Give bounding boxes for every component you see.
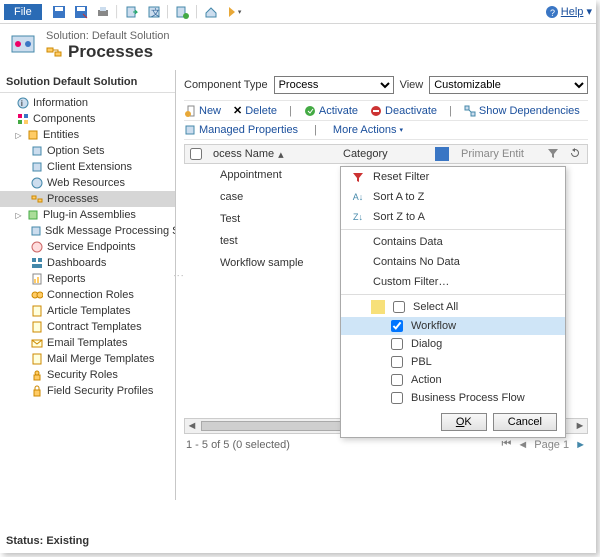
nav-mailmerge-templates[interactable]: Mail Merge Templates xyxy=(0,351,175,367)
filter-icon[interactable] xyxy=(547,147,561,161)
grid-body: Appointment case Test test Workflow samp… xyxy=(184,164,588,414)
nav-service-endpoints[interactable]: Service Endpoints xyxy=(0,239,175,255)
file-tab[interactable]: File xyxy=(4,4,42,20)
grid-checkall[interactable] xyxy=(185,148,207,160)
view-label: View xyxy=(400,79,424,91)
save-icon[interactable] xyxy=(51,4,67,20)
nav-option-sets[interactable]: Option Sets xyxy=(0,143,175,159)
filter-contains-data[interactable]: Contains Data xyxy=(341,232,565,252)
filter-ok-button[interactable]: OK xyxy=(441,413,487,431)
nav-entities[interactable]: ▷Entities xyxy=(0,127,175,143)
nav-processes[interactable]: Processes xyxy=(0,191,175,207)
solution-header: Solution: Default Solution Processes xyxy=(0,24,596,70)
page-next-icon[interactable]: ► xyxy=(575,439,586,451)
nav-dashboards[interactable]: Dashboards xyxy=(0,255,175,271)
svg-text:文: 文 xyxy=(151,7,160,18)
nav-client-extensions[interactable]: Client Extensions xyxy=(0,159,175,175)
nav-connection-roles[interactable]: Connection Roles xyxy=(0,287,175,303)
scroll-left-icon[interactable]: ◄ xyxy=(185,419,199,433)
publish-icon[interactable] xyxy=(174,4,190,20)
content-area: ⋮ Component Type Process View Customizab… xyxy=(176,70,596,500)
page-label: Page 1 xyxy=(534,439,569,451)
managed-properties-button[interactable]: Managed Properties xyxy=(184,124,298,136)
component-type-select[interactable]: Process xyxy=(274,76,394,94)
nav-sdk-steps[interactable]: Sdk Message Processing S… xyxy=(0,223,175,239)
export-icon[interactable] xyxy=(124,4,140,20)
nav-web-resources[interactable]: Web Resources xyxy=(0,175,175,191)
filter-select-all[interactable]: Select All xyxy=(341,297,565,317)
filter-option-action[interactable]: Action xyxy=(341,371,565,389)
page-first-icon[interactable]: ⏮ xyxy=(501,438,511,451)
filter-option-bpf[interactable]: Business Process Flow xyxy=(341,389,565,407)
nav-field-security[interactable]: Field Security Profiles xyxy=(0,383,175,399)
filter-contains-no-data[interactable]: Contains No Data xyxy=(341,252,565,272)
filter-option-pbl[interactable]: PBL xyxy=(341,353,565,371)
grid-col-category[interactable]: Category xyxy=(337,147,455,161)
grid-header: ocess Name▴ Category Primary Entit xyxy=(184,144,588,164)
nav-article-templates[interactable]: Article Templates xyxy=(0,303,175,319)
page-prev-icon[interactable]: ◄ xyxy=(517,439,528,451)
filter-option-dialog[interactable]: Dialog xyxy=(341,335,565,353)
grid-col-name[interactable]: ocess Name▴ xyxy=(207,148,337,161)
view-select[interactable]: Customizable xyxy=(429,76,588,94)
solution-breadcrumb: Solution: Default Solution xyxy=(46,30,170,42)
home-icon[interactable] xyxy=(203,4,219,20)
filter-cancel-button[interactable]: Cancel xyxy=(493,413,557,431)
nav-heading: Solution Default Solution xyxy=(0,74,175,93)
filter-option-workflow[interactable]: Workflow xyxy=(341,317,565,335)
process-icon xyxy=(46,44,62,60)
svg-text:i: i xyxy=(21,99,23,108)
filter-sort-az[interactable]: A↓Sort A to Z xyxy=(341,187,565,207)
save-close-icon[interactable] xyxy=(73,4,89,20)
nav-security-roles[interactable]: Security Roles xyxy=(0,367,175,383)
nav-contract-templates[interactable]: Contract Templates xyxy=(0,319,175,335)
help-link[interactable]: ?Help ▾ xyxy=(545,5,592,19)
nav-panel: Solution Default Solution iInformation C… xyxy=(0,70,176,500)
print-icon[interactable] xyxy=(95,4,111,20)
nav-components[interactable]: Components xyxy=(0,111,175,127)
nav-information[interactable]: iInformation xyxy=(0,95,175,111)
activate-button[interactable]: Activate xyxy=(304,105,358,117)
show-dependencies-button[interactable]: Show Dependencies xyxy=(464,105,580,117)
refresh-icon[interactable] xyxy=(569,147,583,161)
new-button[interactable]: New xyxy=(184,105,221,117)
command-bar: New ✕Delete | Activate Deactivate | Show… xyxy=(184,100,588,121)
actions-icon[interactable]: ▾ xyxy=(225,4,241,20)
command-bar-2: Managed Properties | More Actions ▾ xyxy=(184,121,588,140)
grid-col-primary-entity[interactable]: Primary Entit xyxy=(455,148,543,160)
column-filter-popup: Reset Filter A↓Sort A to Z Z↓Sort Z to A… xyxy=(340,166,566,438)
page-title: Processes xyxy=(68,42,153,62)
filter-custom[interactable]: Custom Filter… xyxy=(341,272,565,292)
nav-reports[interactable]: Reports xyxy=(0,271,175,287)
filter-active-icon[interactable] xyxy=(435,147,449,161)
scroll-right-icon[interactable]: ► xyxy=(573,419,587,433)
status-bar: Status: Existing xyxy=(6,535,89,547)
nav-email-templates[interactable]: Email Templates xyxy=(0,335,175,351)
filter-reset[interactable]: Reset Filter xyxy=(341,167,565,187)
nav-plugin-assemblies[interactable]: ▷Plug-in Assemblies xyxy=(0,207,175,223)
app-toolbar: File │ 文 │ │ ▾ ?Help ▾ xyxy=(0,0,596,24)
deactivate-button[interactable]: Deactivate xyxy=(370,105,437,117)
solution-icon xyxy=(10,30,38,58)
more-actions-button[interactable]: More Actions ▾ xyxy=(333,124,403,136)
translate-icon[interactable]: 文 xyxy=(146,4,162,20)
delete-button[interactable]: ✕Delete xyxy=(233,104,277,117)
help-label: Help xyxy=(561,6,584,18)
svg-text:?: ? xyxy=(550,8,555,18)
filter-sort-za[interactable]: Z↓Sort Z to A xyxy=(341,207,565,227)
paging-status: 1 - 5 of 5 (0 selected) xyxy=(186,439,290,451)
component-type-label: Component Type xyxy=(184,79,268,91)
highlight-icon xyxy=(371,300,385,314)
